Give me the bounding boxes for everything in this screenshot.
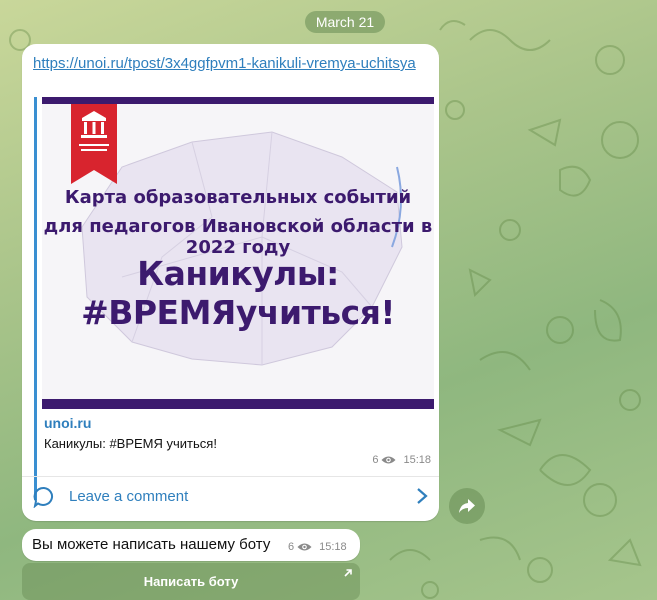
banner-title-line2: для педагогов Ивановской области в 2022 … [43,216,433,258]
link-preview[interactable]: Карта образовательных событий для педаго… [34,97,434,500]
comment-bubble-icon [33,486,53,508]
share-button[interactable] [449,488,485,524]
post-meta: 6 15:18 [372,454,431,466]
views-eye-icon [297,543,312,551]
banner-title-line1: Карта образовательных событий [64,187,412,208]
view-count: 6 [372,454,379,466]
preview-image[interactable]: Карта образовательных событий для педаго… [42,97,434,409]
date-separator: March 21 [305,11,385,33]
bot-prompt-meta: 6 15:18 [288,541,347,553]
chevron-right-icon [417,488,428,504]
external-link-arrow-icon [344,569,352,577]
bot-prompt-time: 15:18 [319,541,347,553]
write-to-bot-button[interactable]: Написать боту [22,563,360,600]
bot-prompt-view-count: 6 [288,541,295,553]
share-arrow-icon [459,499,475,513]
post-link[interactable]: https://unoi.ru/tpost/3x4ggfpvm1-kanikul… [33,54,428,73]
leave-comment-button[interactable]: Leave a comment [22,477,439,521]
channel-post-message[interactable]: https://unoi.ru/tpost/3x4ggfpvm1-kanikul… [22,44,439,521]
bot-prompt-message[interactable]: Вы можете написать нашему боту 6 15:18 [22,529,360,561]
banner-headline: Каникулы: #ВРЕМЯучиться! [81,254,395,332]
views-eye-icon [381,456,396,464]
bot-prompt-text: Вы можете написать нашему боту [32,536,271,553]
preview-description: Каникулы: #ВРЕМЯ учиться! [44,436,217,451]
leave-comment-label: Leave a comment [69,488,189,505]
post-time: 15:18 [403,454,431,466]
write-to-bot-label: Написать боту [143,574,239,589]
organization-logo [71,104,117,184]
banner-bottom-bar [42,399,434,409]
preview-site-name: unoi.ru [44,415,92,431]
